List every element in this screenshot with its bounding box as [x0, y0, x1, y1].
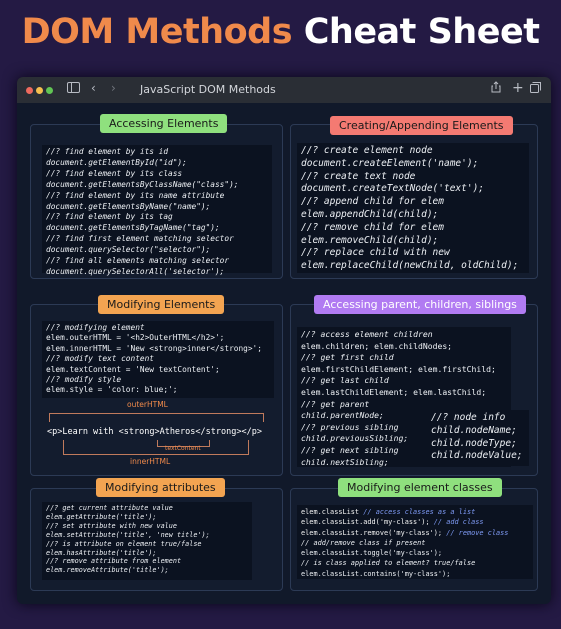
forward-icon[interactable]: ›	[111, 80, 116, 96]
code-line: //? access element children	[301, 329, 433, 339]
code-line: elem.setAttribute('title', 'new title');	[46, 530, 210, 539]
code-line: elem.removeChild(child);	[301, 234, 439, 246]
outerhtml-label: outerHTML	[127, 400, 168, 409]
code-line: //? get last child	[301, 375, 389, 386]
code-line: elem.replaceChild(newChild, oldChild);	[301, 260, 519, 272]
title-highlight: DOM Methods	[21, 12, 293, 52]
code-line: elem.textContent = 'New textContent';	[46, 364, 220, 374]
label-creating-elements: Creating/Appending Elements	[330, 116, 513, 135]
tabs-icon[interactable]	[530, 81, 541, 97]
code-line: elem.style = 'color: blue;';	[46, 385, 178, 395]
page-title: DOM Methods Cheat Sheet	[0, 12, 561, 52]
code-modifying-classes: elem.classList // access classes as a li…	[297, 505, 533, 579]
classlist-add-code: elem.classList.add('my-class');	[301, 518, 430, 527]
code-line: //? append child for elem	[301, 196, 444, 208]
code-line: //? find element by its tag	[46, 212, 173, 222]
browser-window: ‹ › JavaScript DOM Methods + Accessing E…	[17, 77, 551, 604]
code-line: //? get parent	[301, 398, 370, 409]
code-line: document.getElementsByName("name");	[46, 201, 211, 211]
code-line: //? find all elements matching selector	[46, 256, 230, 266]
code-line: elem.outerHTML = '<h2>OuterHTML</h2>';	[46, 333, 225, 343]
code-line: child.nodeName;	[431, 424, 517, 436]
code-line: elem.classList.contains('my-class');	[301, 569, 451, 578]
classlist-add-comment: // add class	[433, 518, 484, 527]
code-line: elem.appendChild(child);	[301, 208, 439, 220]
code-line: //? find element by its id	[46, 147, 169, 156]
code-line: elem.lastChildElement; elem.lastChild;	[301, 386, 487, 397]
code-line: //? get current attribute value	[46, 504, 173, 512]
code-line: //? modifying element	[46, 323, 145, 332]
label-modifying-attributes: Modifying attributes	[96, 478, 225, 497]
classlist-remove-code: elem.classList.remove('my-class');	[301, 528, 443, 537]
code-line: //? modify style	[46, 375, 122, 385]
share-icon[interactable]	[491, 81, 501, 97]
code-line: elem.classList.remove('my-class'); // re…	[301, 528, 529, 538]
label-accessing-parent: Accessing parent, children, siblings	[314, 295, 526, 314]
code-line: elem.getAttribute('title');	[46, 512, 157, 521]
label-modifying-classes: Modifying element classes	[338, 478, 502, 497]
code-line: document.querySelectorAll('selector');	[46, 266, 225, 276]
back-icon[interactable]: ‹	[91, 80, 96, 96]
code-line: document.createTextNode('text');	[301, 183, 485, 195]
innerhtml-bracket	[63, 440, 249, 455]
code-line: elem.hasAttribute('title');	[46, 548, 157, 557]
code-line: // is class applied to element? true/fal…	[301, 559, 476, 568]
code-line: document.getElementsByClassName("class")…	[46, 179, 239, 189]
label-modifying-elements: Modifying Elements	[98, 295, 225, 314]
code-line: elem.children; elem.childNodes;	[301, 340, 453, 351]
code-line: //? node info	[431, 412, 506, 423]
code-line: child.nodeValue;	[431, 450, 523, 462]
window-title: JavaScript DOM Methods	[140, 83, 276, 96]
classlist-comment: // access classes as a list	[363, 508, 476, 516]
code-line: elem.innerHTML = 'New <strong>inner</str…	[46, 343, 262, 353]
label-accessing-elements: Accessing Elements	[100, 114, 228, 133]
code-line: elem.classList // access classes as a li…	[301, 507, 529, 517]
diagram-code: <p>Learn with <strong>Atheros</strong></…	[47, 427, 262, 437]
code-line: //? find element by its class	[46, 168, 183, 178]
title-rest: Cheat Sheet	[303, 12, 540, 52]
innerhtml-label: innerHTML	[130, 457, 171, 466]
code-line: //? modify text content	[46, 354, 154, 364]
code-line: elem.firstChildElement; elem.firstChild;	[301, 363, 496, 374]
classlist-remove-comment: // remove class	[446, 528, 509, 537]
outerhtml-bracket	[49, 413, 264, 422]
code-line: document.querySelector("selector");	[46, 245, 211, 255]
classlist-code: elem.classList	[301, 508, 360, 516]
code-line: //? find first element matching selector	[46, 234, 234, 244]
code-line: //? get first child	[301, 352, 394, 363]
code-line: document.createElement('name');	[301, 157, 479, 169]
code-line: elem.classList.toggle('my-class');	[301, 549, 443, 558]
code-line: //? set attribute with new value	[46, 521, 177, 530]
code-line: //? create element node	[301, 145, 433, 156]
code-line: child.nodeType;	[431, 437, 517, 449]
code-line: document.getElementsByTagName("tag");	[46, 223, 220, 233]
code-line: //? replace child with new	[301, 247, 450, 259]
code-line: document.getElementById("id");	[46, 157, 187, 167]
code-line: // add/remove class if present	[301, 538, 426, 547]
new-tab-icon[interactable]: +	[512, 80, 524, 96]
code-line: //? is attribute on element true/false	[46, 539, 202, 548]
sidebar-icon[interactable]	[67, 81, 80, 97]
code-line: elem.classList.add('my-class'); // add c…	[301, 517, 529, 527]
code-node-info: //? node info child.nodeName; child.node…	[427, 410, 529, 466]
code-accessing-elements: //? find element by its id document.getE…	[42, 145, 272, 276]
minimize-window-button[interactable]	[36, 87, 43, 94]
code-creating-elements: //? create element node document.createE…	[297, 143, 529, 273]
maximize-window-button[interactable]	[46, 87, 53, 94]
window-titlebar: ‹ › JavaScript DOM Methods +	[17, 77, 551, 103]
code-line: //? create text node	[301, 170, 416, 182]
code-modifying-attributes: //? get current attribute value elem.get…	[42, 502, 252, 580]
code-modifying-elements: //? modifying element elem.outerHTML = '…	[42, 321, 274, 398]
code-line: //? remove attribute from element	[46, 557, 182, 566]
close-window-button[interactable]	[26, 87, 33, 94]
code-line: //? find element by its name attribute	[46, 190, 225, 200]
code-line: elem.removeAttribute('title');	[46, 566, 169, 575]
code-line: //? remove child for elem	[301, 221, 444, 233]
